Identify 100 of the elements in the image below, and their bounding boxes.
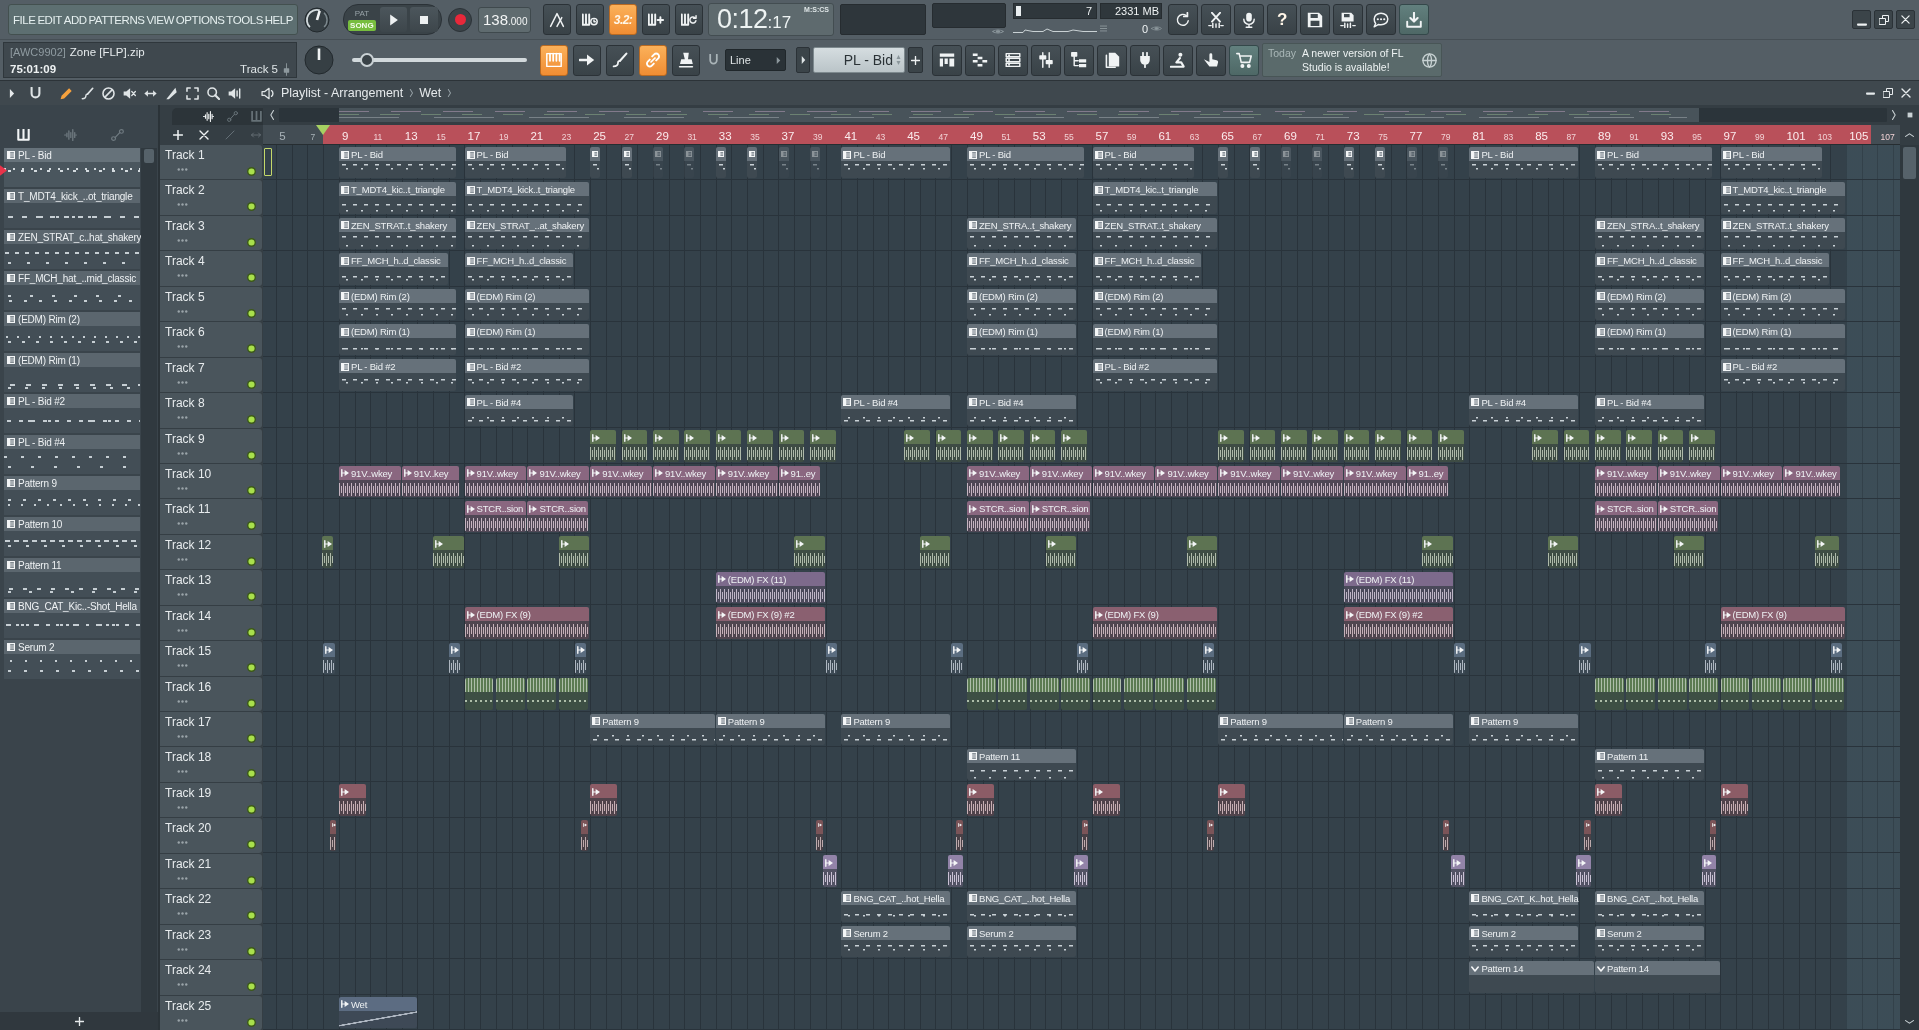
audio-clip[interactable]: 91V..wkey [1281, 465, 1343, 498]
chat-button[interactable] [1366, 4, 1396, 35]
track-header[interactable]: Track 11 [160, 499, 262, 534]
step-edit-toggle[interactable] [642, 4, 670, 35]
pattern-clip[interactable]: (EDM) Rim (1) [464, 324, 590, 356]
menu-item[interactable]: VIEW [146, 13, 174, 26]
audio-clip[interactable] [1207, 819, 1214, 852]
more-icon[interactable] [177, 947, 188, 951]
pattern-clip[interactable]: Pattern 9 [1218, 713, 1343, 745]
pattern-clip[interactable]: FF_MCH_h..d_classic [1720, 253, 1830, 285]
audio-clip[interactable] [1406, 430, 1433, 462]
render-button[interactable] [1201, 4, 1231, 35]
audio-clip[interactable] [967, 678, 996, 710]
track-header[interactable]: Track 9 [160, 428, 262, 463]
audio-clip[interactable]: 91V..wkey [653, 465, 715, 498]
pattern-clip[interactable] [778, 147, 789, 179]
pattern-clip[interactable]: Pattern 9 [590, 713, 715, 745]
audio-clip[interactable] [1673, 536, 1704, 568]
audio-clip[interactable] [558, 678, 588, 710]
typing-keyboard-toggle[interactable] [540, 44, 568, 76]
audio-clip[interactable] [1155, 678, 1185, 710]
track-header[interactable]: Track 24 [160, 960, 262, 995]
pattern-clip[interactable]: T_MDT4_kic..t_triangle [1720, 182, 1846, 214]
audio-clip[interactable] [1076, 642, 1089, 675]
audio-clip[interactable]: STCR..sion [1029, 501, 1090, 533]
audio-clip[interactable]: 91V..wkey [1720, 465, 1783, 498]
status-led-icon[interactable] [247, 379, 256, 389]
more-icon[interactable] [177, 309, 188, 313]
audio-clip[interactable] [1045, 536, 1076, 568]
audio-clip[interactable]: STCR..sion [967, 501, 1029, 533]
audio-clip[interactable] [1657, 678, 1687, 710]
pattern-clip[interactable] [1438, 147, 1448, 179]
audio-clip[interactable] [1563, 430, 1590, 462]
audio-clip[interactable] [1281, 430, 1307, 462]
audio-clip[interactable] [1218, 430, 1244, 462]
audio-clip[interactable] [1814, 536, 1839, 568]
piano-icon[interactable] [251, 111, 262, 122]
audio-clip[interactable]: 91V..wkey [1343, 465, 1406, 498]
pattern-clip[interactable]: PL - Bid [841, 147, 951, 179]
pattern-clip[interactable]: (EDM) Rim (1) [1595, 324, 1704, 356]
pattern-clip[interactable]: PL - Bid #4 [1595, 394, 1704, 427]
pattern-clip[interactable] [1375, 147, 1386, 179]
more-icon[interactable] [177, 203, 188, 207]
pattern-clip[interactable] [684, 147, 695, 179]
audio-clip[interactable] [1422, 536, 1453, 568]
track-header[interactable]: Track 19 [160, 782, 262, 818]
track-header[interactable]: Track 23 [160, 924, 262, 960]
audio-clip[interactable]: 91V..wkey [527, 465, 590, 498]
audio-clip[interactable] [590, 784, 618, 816]
status-led-icon[interactable] [247, 627, 256, 637]
audio-clip[interactable] [935, 430, 962, 462]
more-icon[interactable] [177, 557, 188, 561]
pattern-clip[interactable]: (EDM) Rim (1) [1092, 324, 1218, 356]
audio-clip[interactable] [1830, 642, 1843, 675]
dial-knob[interactable] [304, 45, 334, 75]
audio-clip[interactable] [1595, 784, 1623, 816]
mode-option[interactable]: PAT [352, 8, 371, 19]
mixer-button[interactable] [1031, 44, 1061, 76]
brush-toggle[interactable] [606, 44, 634, 76]
restore-button[interactable] [1874, 10, 1893, 29]
menu-item[interactable]: TOOLS [226, 13, 263, 26]
pattern-clip[interactable]: PL - Bid [339, 147, 456, 179]
status-led-icon[interactable] [247, 592, 256, 602]
pattern-clip[interactable]: PL - Bid #4 [841, 394, 951, 427]
pattern-clip[interactable]: Serum 2 [967, 925, 1076, 958]
pattern-clip[interactable]: PL - Bid [1720, 147, 1822, 179]
menu-item[interactable]: PATTERNS [88, 13, 145, 26]
audio-clip[interactable] [464, 678, 494, 710]
audio-clip[interactable] [684, 430, 711, 462]
track-header[interactable]: Track 1 [160, 145, 262, 180]
audio-clip[interactable] [825, 642, 838, 675]
audio-clip[interactable] [1202, 642, 1215, 675]
audio-clip[interactable] [904, 430, 930, 462]
pattern-clip[interactable]: Pattern 9 [1469, 713, 1579, 745]
audio-clip[interactable] [747, 430, 773, 462]
pattern-clip[interactable]: Pattern 11 [967, 748, 1076, 781]
audio-clip[interactable] [1626, 678, 1656, 710]
metronome-toggle[interactable] [543, 4, 571, 35]
pattern-clip[interactable]: T_MDT4_kic..t_triangle [339, 182, 456, 214]
pattern-clip[interactable]: Pattern 9 [715, 713, 825, 745]
draw-tool[interactable] [60, 86, 73, 100]
shop-button[interactable] [1229, 44, 1259, 76]
audio-clip[interactable]: (EDM) FX (9) [1720, 607, 1846, 639]
more-icon[interactable] [177, 486, 188, 490]
pattern-clip[interactable]: (EDM) Rim (1) [1720, 324, 1846, 356]
status-led-icon[interactable] [247, 273, 256, 283]
audio-clip[interactable] [1626, 430, 1653, 462]
pattern-item[interactable]: (EDM) Rim (2) [4, 312, 140, 351]
audio-clip[interactable]: (EDM) FX (11) [1343, 571, 1453, 604]
audio-clip[interactable] [1595, 430, 1621, 462]
pattern-item[interactable]: Pattern 9 [4, 476, 140, 515]
audio-clip[interactable]: STCR..sion [464, 501, 527, 533]
pattern-item[interactable]: Pattern 11 [4, 558, 140, 597]
pattern-clip[interactable]: FF_MCH_h..d_classic [464, 253, 574, 285]
pattern-clip[interactable] [590, 147, 601, 179]
pattern-clip[interactable]: ZEN_STRA..t_shakery [1595, 217, 1704, 250]
more-icon[interactable] [177, 699, 188, 703]
audio-clip[interactable] [1186, 678, 1216, 710]
pattern-clip[interactable]: PL - Bid [1469, 147, 1579, 179]
more-icon[interactable] [177, 876, 188, 880]
